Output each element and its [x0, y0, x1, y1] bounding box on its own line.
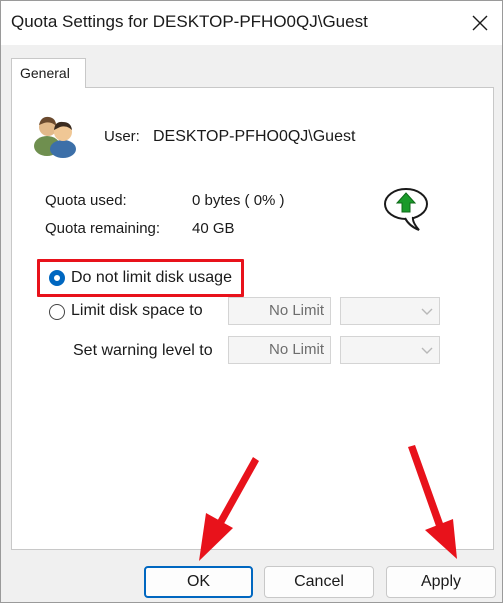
apply-button[interactable]: Apply	[386, 566, 496, 598]
quota-remaining-label: Quota remaining:	[45, 220, 161, 237]
annotation-highlight-box	[37, 259, 244, 297]
limit-disk-radio[interactable]	[49, 304, 65, 320]
limit-disk-input[interactable]: No Limit	[228, 297, 331, 325]
quota-used-label: Quota used:	[45, 192, 127, 209]
title-bar: Quota Settings for DESKTOP-PFHO0QJ\Guest	[1, 1, 502, 45]
tab-general[interactable]: General	[11, 58, 86, 88]
tab-general-label: General	[20, 65, 70, 81]
quota-settings-dialog: Quota Settings for DESKTOP-PFHO0QJ\Guest…	[0, 0, 503, 603]
chevron-down-icon	[421, 308, 433, 315]
quota-used-value: 0 bytes ( 0% )	[192, 192, 285, 209]
limit-disk-unit-select[interactable]	[340, 297, 440, 325]
user-value: DESKTOP-PFHO0QJ\Guest	[153, 128, 356, 145]
close-button[interactable]	[458, 1, 502, 45]
limit-disk-label[interactable]: Limit disk space to	[71, 302, 203, 320]
window-title: Quota Settings for DESKTOP-PFHO0QJ\Guest	[11, 12, 368, 31]
cancel-button[interactable]: Cancel	[264, 566, 374, 598]
chevron-down-icon	[421, 347, 433, 354]
warning-level-input[interactable]: No Limit	[228, 336, 331, 364]
ok-button[interactable]: OK	[144, 566, 253, 598]
up-arrow-icon	[384, 188, 428, 231]
warning-level-label: Set warning level to	[73, 342, 213, 359]
quota-remaining-value: 40 GB	[192, 220, 235, 237]
users-icon	[34, 116, 76, 158]
warning-level-unit-select[interactable]	[340, 336, 440, 364]
close-icon	[472, 15, 488, 31]
user-label: User:	[104, 128, 140, 145]
